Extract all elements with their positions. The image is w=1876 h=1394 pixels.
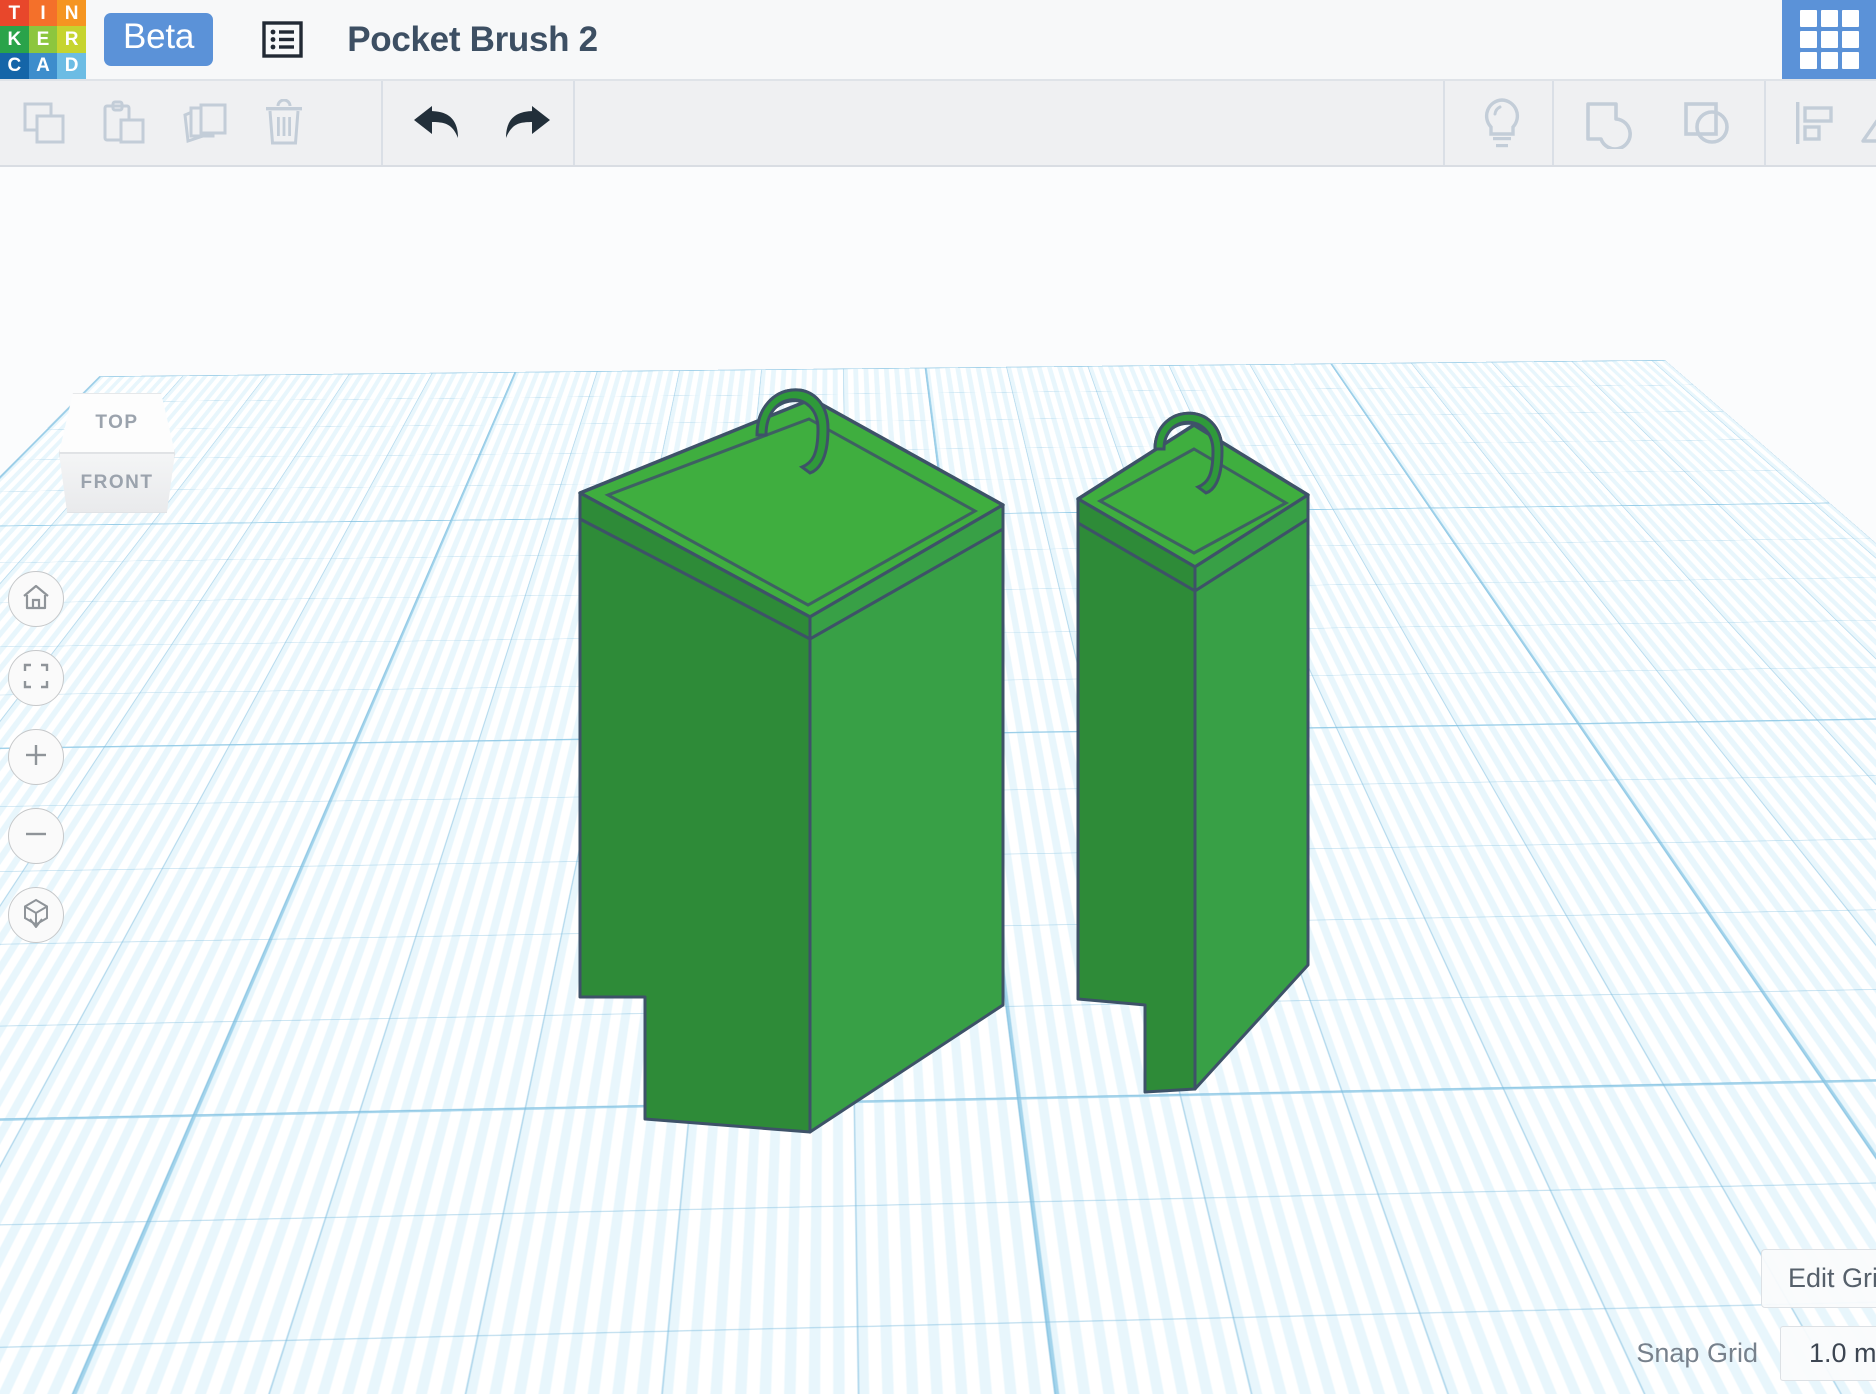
fit-to-view-button[interactable] [8, 650, 64, 706]
apps-gallery-button[interactable] [1782, 0, 1876, 79]
view-cube-top-face[interactable]: TOP [59, 393, 175, 453]
logo-letter-n: N [57, 0, 86, 27]
apps-grid-icon [1799, 10, 1859, 69]
duplicate-button[interactable] [164, 81, 244, 165]
group-button[interactable] [1561, 81, 1659, 165]
logo-letter-t: T [0, 0, 29, 27]
ortho-cube-icon [20, 897, 52, 934]
logo-letter-d: D [57, 52, 86, 79]
light-button[interactable] [1452, 81, 1552, 165]
logo-letter-k: K [0, 26, 29, 53]
toolbar-divider-1 [381, 81, 383, 165]
undo-button[interactable] [390, 81, 482, 165]
copy-button[interactable] [4, 81, 84, 165]
paste-button[interactable] [84, 81, 164, 165]
logo-letter-c: C [0, 52, 29, 79]
toolbar-divider-2 [573, 81, 575, 165]
toolbar-divider-3 [1443, 81, 1445, 165]
snap-grid-row: Snap Grid 1.0 mm [1636, 1326, 1876, 1381]
tinkercad-logo[interactable]: T I N K E R C A D [0, 0, 86, 79]
snap-grid-select[interactable]: 1.0 mm [1779, 1326, 1876, 1381]
redo-button[interactable] [482, 81, 574, 165]
page-title[interactable]: Pocket Brush 2 [347, 20, 598, 60]
logo-letter-a: A [28, 52, 58, 79]
workplane-grid[interactable]: Workplane [0, 359, 1876, 1394]
workplane-container: Workplane [0, 359, 1876, 1394]
beta-badge[interactable]: Beta [104, 13, 214, 66]
fit-frame-icon [21, 661, 51, 696]
edit-toolbar [0, 79, 1876, 167]
view-cube-front-face[interactable]: FRONT [59, 453, 175, 513]
zoom-in-button[interactable] [8, 729, 64, 785]
list-icon[interactable] [262, 19, 303, 60]
snap-grid-label: Snap Grid [1636, 1338, 1758, 1368]
toolbar-divider-5 [1764, 81, 1766, 165]
minus-icon [21, 819, 51, 854]
top-bar: T I N K E R C A D Beta Pocket Brush 2 [0, 0, 1876, 79]
align-button[interactable] [1773, 81, 1857, 165]
plus-icon [21, 740, 51, 775]
mirror-button[interactable] [1849, 81, 1876, 165]
3d-viewport[interactable]: Workplane [0, 167, 1876, 1394]
logo-letter-i: I [28, 0, 58, 27]
logo-letter-e: E [28, 26, 58, 53]
delete-button[interactable] [244, 81, 324, 165]
zoom-out-button[interactable] [8, 808, 64, 864]
home-view-button[interactable] [8, 571, 64, 627]
view-cube[interactable]: TOP FRONT [59, 393, 175, 513]
toolbar-divider-4 [1552, 81, 1554, 165]
logo-letter-r: R [57, 26, 86, 53]
edit-grid-button[interactable]: Edit Grid [1760, 1249, 1876, 1308]
ungroup-button[interactable] [1659, 81, 1757, 165]
home-icon [21, 582, 51, 617]
view-navigation-controls [8, 571, 64, 943]
view-mode-button[interactable] [8, 887, 64, 943]
